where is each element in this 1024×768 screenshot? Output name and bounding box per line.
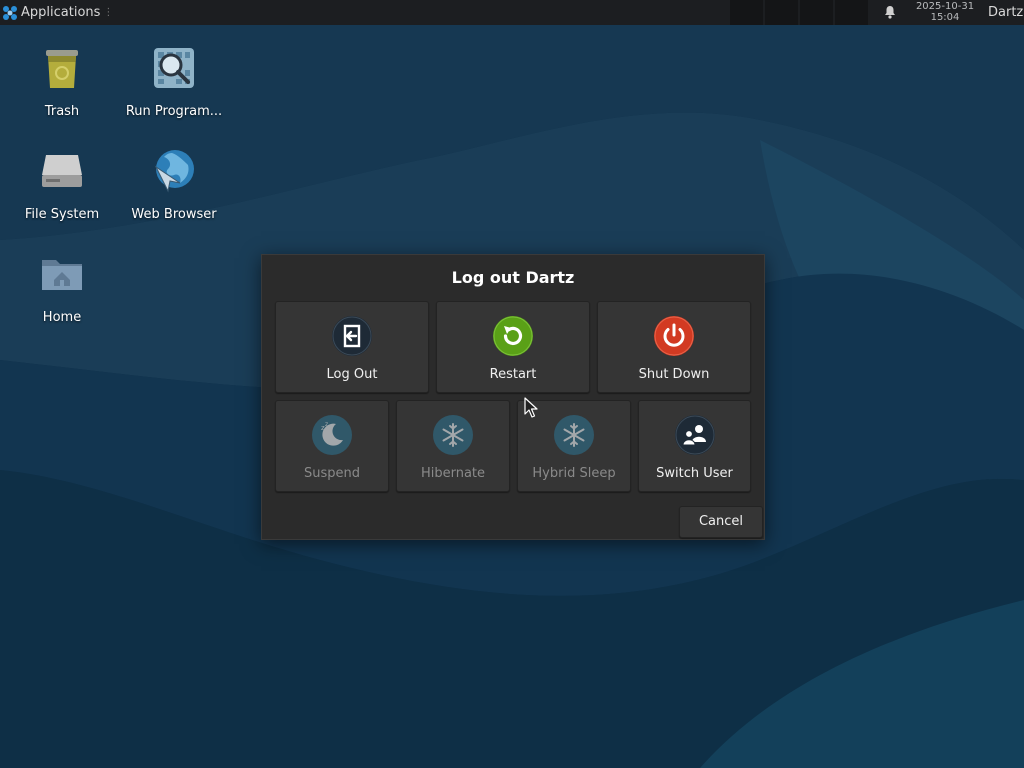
- svg-text:z: z: [325, 421, 328, 428]
- restart-button[interactable]: Restart: [436, 301, 590, 393]
- log-out-icon: [332, 316, 372, 356]
- clock-time: 15:04: [930, 12, 960, 23]
- switch-user-button[interactable]: Switch User: [638, 400, 751, 492]
- clock-date: 2025-10-31: [915, 1, 975, 12]
- hibernate-button[interactable]: Hibernate: [396, 400, 510, 492]
- cancel-button[interactable]: Cancel: [679, 506, 763, 538]
- xfce-logo-icon: [3, 5, 17, 20]
- workspace-2[interactable]: [765, 0, 800, 25]
- log-out-label: Log Out: [326, 367, 378, 382]
- desktop-icon-label: Web Browser: [131, 207, 217, 222]
- applications-menu-button[interactable]: Applications ⋮: [0, 0, 117, 25]
- run-program-icon: [154, 48, 194, 88]
- desktop-icon-label: File System: [24, 207, 100, 222]
- workspace-switcher[interactable]: [730, 0, 870, 25]
- suspend-icon: z z: [312, 415, 352, 455]
- logout-dialog: Log out Dartz Log Out Restart Shut Down: [261, 254, 765, 540]
- suspend-label: Suspend: [303, 466, 360, 481]
- shut-down-label: Shut Down: [638, 367, 710, 382]
- hybrid-sleep-label: Hybrid Sleep: [532, 466, 616, 481]
- panel-user-name[interactable]: Dartz: [988, 5, 1023, 20]
- desktop-icon-label: Run Program...: [125, 104, 223, 119]
- restart-icon: [493, 316, 533, 356]
- workspace-3[interactable]: [800, 0, 835, 25]
- suspend-button[interactable]: z z Suspend: [275, 400, 389, 492]
- hibernate-icon: [433, 415, 473, 455]
- dialog-title: Log out Dartz: [451, 268, 575, 287]
- notification-bell-icon[interactable]: [882, 4, 898, 20]
- hybrid-sleep-icon: [554, 415, 594, 455]
- mouse-cursor-icon: [524, 397, 538, 418]
- desktop-icon-label: Home: [42, 310, 82, 325]
- switch-user-label: Switch User: [656, 466, 733, 481]
- panel-handle-icon: ⋮: [103, 7, 114, 18]
- desktop-icon-web-browser[interactable]: Web Browser: [119, 147, 229, 223]
- panel-clock[interactable]: 2025-10-31 15:04: [904, 1, 986, 23]
- hibernate-label: Hibernate: [420, 466, 486, 481]
- restart-label: Restart: [489, 367, 537, 382]
- workspace-4[interactable]: [835, 0, 870, 25]
- top-panel: Applications ⋮ 2025-10-31 15:04 Dartz: [0, 0, 1024, 25]
- shut-down-icon: [654, 316, 694, 356]
- home-folder-icon: [42, 260, 82, 290]
- switch-user-icon: [674, 415, 715, 455]
- desktop-icon-trash[interactable]: Trash: [7, 44, 117, 120]
- shut-down-button[interactable]: Shut Down: [597, 301, 751, 393]
- desktop-icon-file-system[interactable]: File System: [7, 147, 117, 223]
- applications-label: Applications: [21, 5, 101, 20]
- trash-icon: [46, 50, 78, 88]
- log-out-button[interactable]: Log Out: [275, 301, 429, 393]
- workspace-1[interactable]: [730, 0, 765, 25]
- desktop-icon-label: Trash: [44, 104, 80, 119]
- desktop-icon-run-program[interactable]: Run Program...: [119, 44, 229, 120]
- file-system-icon: [42, 155, 82, 187]
- web-browser-icon: [154, 150, 194, 193]
- desktop-icon-home[interactable]: Home: [7, 250, 117, 326]
